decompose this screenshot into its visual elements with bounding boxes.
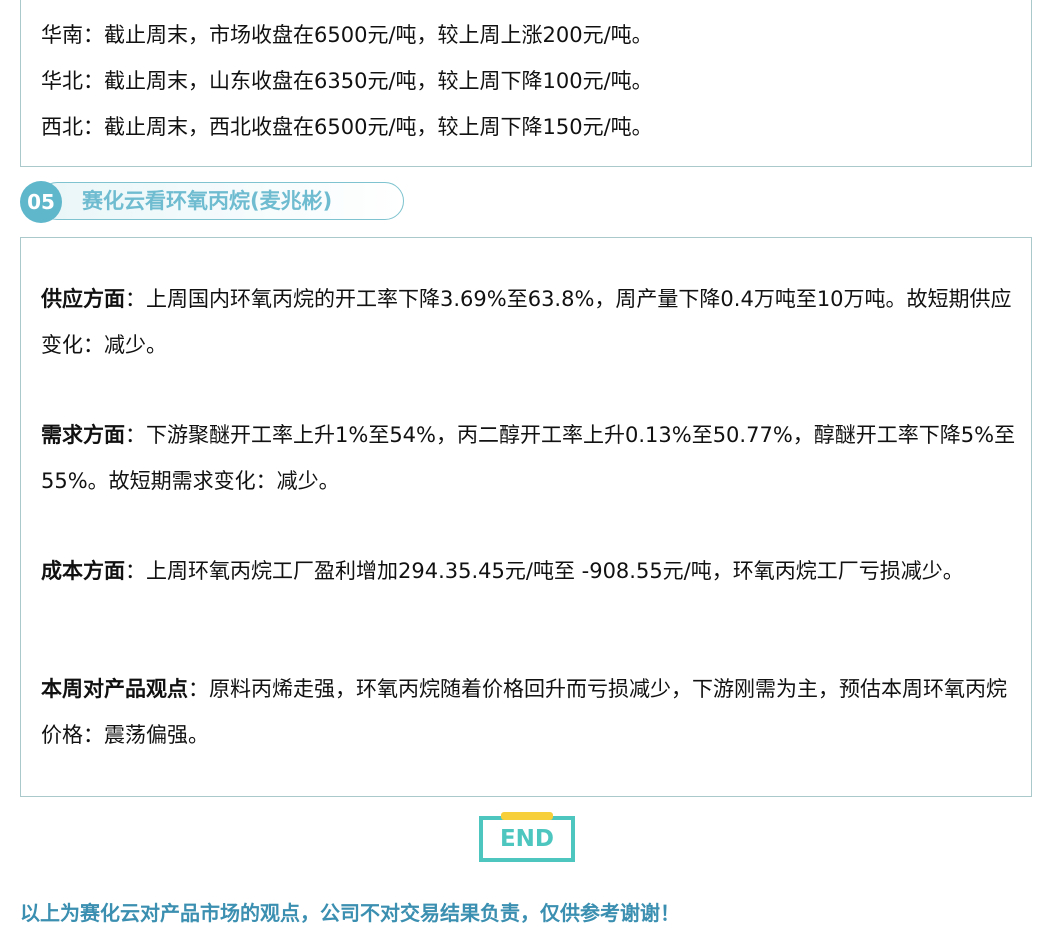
section-header: 05 赛化云看环氧丙烷(麦兆彬) <box>20 181 406 223</box>
end-text: END <box>499 826 555 852</box>
demand-text: ：下游聚醚开工率上升1%至54%，丙二醇开工率上升0.13%至50.77%，醇醚… <box>41 423 1016 493</box>
region-line-south: 华南：截止周末，市场收盘在6500元/吨，较上周上涨200元/吨。 <box>41 23 653 47</box>
section-title: 赛化云看环氧丙烷(麦兆彬) <box>82 189 333 213</box>
end-frame: END <box>479 816 575 862</box>
analysis-box: 供应方面：上周国内环氧丙烷的开工率下降3.69%至63.8%，周产量下降0.4万… <box>20 237 1032 797</box>
region-line-north: 华北：截止周末，山东收盘在6350元/吨，较上周下降100元/吨。 <box>41 69 653 93</box>
cost-paragraph: 成本方面：上周环氧丙烷工厂盈利增加294.35.45元/吨至 -908.55元/… <box>41 548 1016 594</box>
demand-paragraph: 需求方面：下游聚醚开工率上升1%至54%，丙二醇开工率上升0.13%至50.77… <box>41 412 1016 504</box>
footer-disclaimer: 以上为赛化云对产品市场的观点，公司不对交易结果负责，仅供参考谢谢！ <box>20 901 680 925</box>
outlook-label: 本周对产品观点 <box>41 677 188 701</box>
demand-label: 需求方面 <box>41 423 125 447</box>
region-line-northwest: 西北：截止周末，西北收盘在6500元/吨，较上周下降150元/吨。 <box>41 115 653 139</box>
outlook-paragraph: 本周对产品观点：原料丙烯走强，环氧丙烷随着价格回升而亏损减少，下游刚需为主，预估… <box>41 666 1016 758</box>
regional-summary-box: 华南：截止周末，市场收盘在6500元/吨，较上周上涨200元/吨。 华北：截止周… <box>20 0 1032 167</box>
supply-paragraph: 供应方面：上周国内环氧丙烷的开工率下降3.69%至63.8%，周产量下降0.4万… <box>41 276 1016 368</box>
end-badge: END <box>479 812 575 862</box>
section-number-badge: 05 <box>20 181 62 223</box>
supply-text: ：上周国内环氧丙烷的开工率下降3.69%至63.8%，周产量下降0.4万吨至10… <box>41 287 1012 357</box>
cost-label: 成本方面 <box>41 559 125 583</box>
supply-label: 供应方面 <box>41 287 125 311</box>
clip-icon <box>501 812 553 820</box>
cost-text: ：上周环氧丙烷工厂盈利增加294.35.45元/吨至 -908.55元/吨，环氧… <box>125 559 964 583</box>
